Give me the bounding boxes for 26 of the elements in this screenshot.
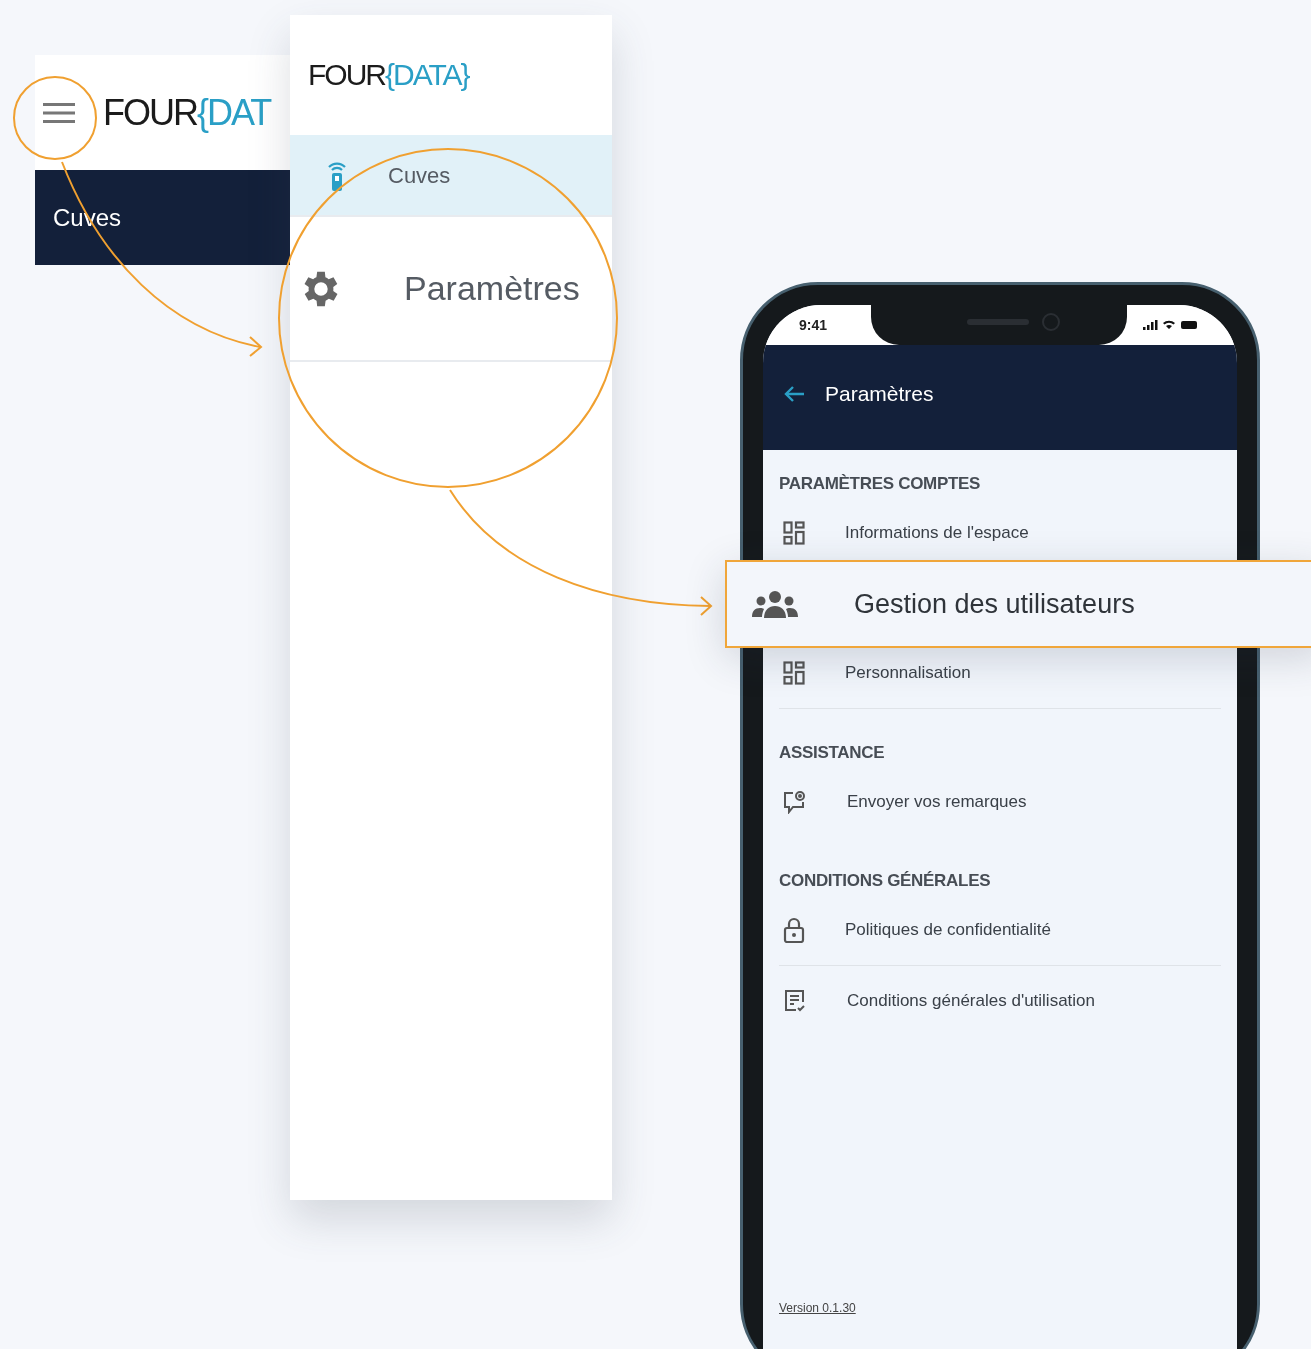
section-title: PARAMÈTRES COMPTES — [779, 473, 982, 495]
grid-icon — [783, 661, 805, 685]
settings-item[interactable]: Personnalisation — [779, 655, 1221, 691]
status-icons — [1143, 319, 1199, 331]
version-link[interactable]: Version 0.1.30 — [779, 1299, 856, 1317]
users-icon — [752, 590, 798, 618]
drawer-item[interactable]: Paramètres — [290, 217, 612, 362]
section-title: CONDITIONS GÉNÉRALES — [779, 870, 992, 892]
feedback-icon — [783, 790, 807, 814]
settings-item[interactable]: Gestion des utilisateurs — [725, 560, 1311, 648]
section-title: ASSISTANCE — [779, 742, 886, 764]
settings-item[interactable]: Informations de l'espace — [779, 515, 1221, 551]
logo: FOUR{DAT — [103, 90, 271, 135]
menu-icon[interactable] — [43, 101, 75, 124]
settings-item[interactable]: Politiques de confidentialité — [779, 912, 1221, 948]
document-icon — [783, 989, 807, 1013]
remote-icon — [326, 159, 348, 191]
logo: FOUR{DATA} — [308, 56, 469, 93]
settings-item[interactable]: Envoyer vos remarques — [779, 784, 1221, 820]
status-time: 9:41 — [799, 315, 828, 335]
settings-item[interactable]: Conditions générales d'utilisation — [779, 983, 1221, 1019]
header-title: Paramètres — [825, 380, 934, 407]
grid-icon — [783, 521, 805, 545]
drawer-item[interactable]: Cuves — [290, 135, 612, 217]
back-arrow-icon[interactable] — [783, 384, 805, 403]
lock-icon — [783, 917, 805, 943]
